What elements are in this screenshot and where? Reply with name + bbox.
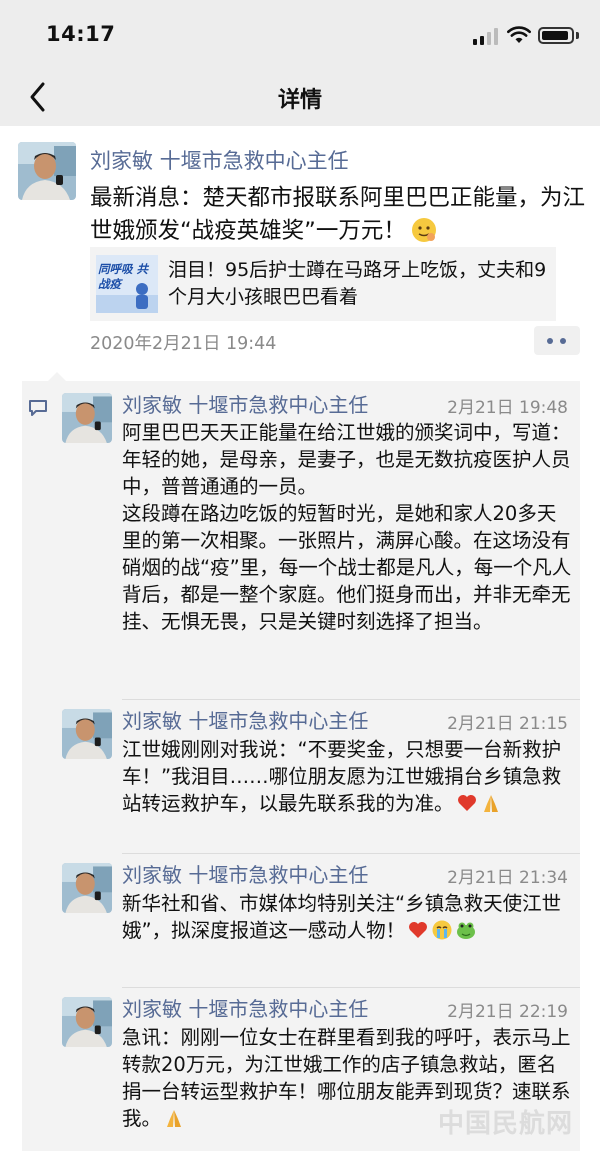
comment-text: 阿里巴巴天天正能量在给江世娥的颁奖词中，写道： 年轻的她，是母亲，是妻子，也是无… (122, 421, 572, 633)
status-bar: 14:17 (0, 0, 600, 68)
comment-item[interactable]: 刘家敏 十堰市急救中心主任 2月21日 21:34 新华社和省、市媒体均特别关注… (62, 853, 580, 985)
comment-time: 2月21日 22:19 (447, 1002, 568, 1022)
more-button[interactable] (534, 326, 580, 355)
battery-icon (538, 27, 574, 44)
post-author[interactable]: 刘家敏 十堰市急救中心主任 (90, 145, 349, 175)
link-title: 泪目！95后护士蹲在马路牙上吃饭，丈夫和9个月大小孩眼巴巴看着 (168, 259, 547, 308)
comment-time: 2月21日 19:48 (447, 398, 568, 418)
more-icon-dot (560, 338, 566, 344)
comment-author[interactable]: 刘家敏 十堰市急救中心主任 (122, 859, 368, 888)
page-title: 详情 (277, 88, 322, 113)
more-icon-dot (547, 338, 553, 344)
pray-icon (163, 1107, 185, 1129)
comment-author[interactable]: 刘家敏 十堰市急救中心主任 (122, 993, 368, 1022)
pray-icon (480, 792, 502, 814)
comment-item[interactable]: 刘家敏 十堰市急救中心主任 2月21日 19:48 阿里巴巴天天正能量在给江世娥… (62, 387, 580, 697)
heart-icon (456, 792, 478, 814)
comment-section: 刘家敏 十堰市急救中心主任 2月21日 19:48 阿里巴巴天天正能量在给江世娥… (22, 372, 580, 1151)
link-thumbnail: 同呼吸 共战疫 (96, 255, 158, 313)
comment-text-content: 新华社和省、市媒体均特别关注“乡镇急救天使江世娥”，拟深度报道这一感动人物！ (122, 892, 562, 942)
link-card[interactable]: 同呼吸 共战疫 泪目！95后护士蹲在马路牙上吃饭，丈夫和9个月大小孩眼巴巴看着 (90, 247, 556, 321)
comment-text: 新华社和省、市媒体均特别关注“乡镇急救天使江世娥”，拟深度报道这一感动人物！ (122, 890, 574, 944)
comment-time: 2月21日 21:34 (447, 868, 568, 888)
comment-panel: 刘家敏 十堰市急救中心主任 2月21日 19:48 阿里巴巴天天正能量在给江世娥… (22, 381, 580, 1151)
heart-icon (407, 919, 429, 941)
post-text: 最新消息：楚天都市报联系阿里巴巴正能量，为江世娥颁发“战疫英雄奖”一万元！ (90, 182, 590, 248)
divider (122, 853, 580, 854)
comment-text: 江世娥刚刚对我说：“不要奖金，只想要一台新救护车！”我泪目……哪位朋友愿为江世娥… (122, 736, 574, 817)
nav-bar: 详情 (0, 68, 600, 126)
comment-author[interactable]: 刘家敏 十堰市急救中心主任 (122, 389, 368, 418)
post-time: 2020年2月21日 19:44 (90, 334, 277, 354)
battery-tip (576, 32, 579, 39)
frog-icon (455, 919, 477, 941)
comment-avatar[interactable] (62, 863, 112, 913)
divider (122, 987, 580, 988)
comment-icon (29, 400, 47, 416)
comment-author[interactable]: 刘家敏 十堰市急救中心主任 (122, 705, 368, 734)
comment-arrow (48, 372, 66, 381)
post-text-content: 最新消息：楚天都市报联系阿里巴巴正能量，为江世娥颁发“战疫英雄奖”一万元！ (90, 185, 586, 244)
link-thumb-text: 同呼吸 共战疫 (98, 262, 149, 291)
comment-avatar[interactable] (62, 393, 112, 443)
avatar[interactable] (18, 142, 76, 200)
emoji-icon (410, 216, 438, 244)
wifi-icon (507, 26, 531, 43)
comment-avatar[interactable] (62, 997, 112, 1047)
comment-item[interactable]: 刘家敏 十堰市急救中心主任 2月21日 21:15 江世娥刚刚对我说：“不要奖金… (62, 699, 580, 849)
watermark: 中国民航网 (438, 1109, 574, 1139)
crying-face-icon (431, 919, 453, 941)
divider (122, 699, 580, 700)
status-time: 14:17 (46, 22, 116, 46)
comment-time: 2月21日 21:15 (447, 714, 568, 734)
signal-icon (473, 28, 499, 45)
comment-avatar[interactable] (62, 709, 112, 759)
